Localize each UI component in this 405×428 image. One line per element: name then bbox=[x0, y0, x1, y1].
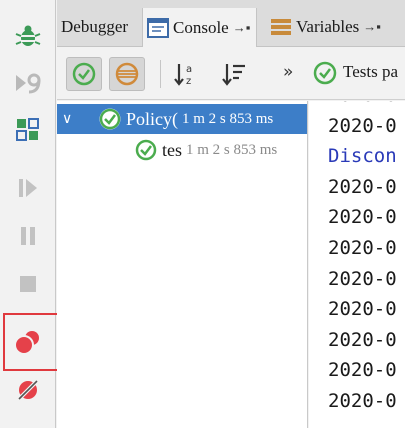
console-line: 2020-0 bbox=[328, 175, 397, 198]
mute-breakpoints-button[interactable] bbox=[8, 370, 48, 410]
debug-tab-strip: Debugger Console →▪ Variables →▪ bbox=[57, 0, 405, 47]
variables-icon bbox=[271, 19, 291, 35]
step-9-icon bbox=[16, 73, 41, 94]
console-line: 2020-0 bbox=[328, 101, 397, 106]
tab-variables[interactable]: Variables →▪ bbox=[268, 8, 381, 46]
tab-console[interactable]: Console →▪ bbox=[142, 8, 258, 47]
tab-variables-pin-icon[interactable]: →▪ bbox=[363, 19, 381, 35]
console-line: 2020-0 bbox=[328, 390, 397, 412]
mute-breakpoints-icon bbox=[16, 378, 40, 402]
tab-console-pin-icon[interactable]: →▪ bbox=[233, 20, 251, 36]
show-ignored-button[interactable] bbox=[109, 57, 145, 91]
console-icon bbox=[147, 17, 169, 38]
test-runner-toolbar: a z » Tests pa bbox=[57, 48, 405, 100]
console-line: 2020-0 bbox=[328, 267, 397, 290]
tab-variables-label: Variables bbox=[296, 17, 360, 36]
sort-duration-icon bbox=[222, 64, 245, 86]
tab-debugger-label: Debugger bbox=[61, 17, 129, 36]
bug-icon bbox=[15, 25, 41, 46]
tree-child-duration: 1 m 2 s 853 ms bbox=[186, 141, 278, 158]
sort-alpha-icon: a z bbox=[174, 64, 192, 87]
console-line: 2020-0 bbox=[328, 359, 397, 382]
restart-button[interactable] bbox=[8, 110, 48, 150]
tree-row-child[interactable]: tes 1 m 2 s 853 ms bbox=[57, 135, 307, 165]
console-line: 2020-0 bbox=[328, 114, 397, 137]
more-actions-chevron[interactable]: » bbox=[283, 62, 293, 82]
console-output[interactable]: 2020-0 2020-0 Discon 2020-0 2020-0 2020-0 2020… bbox=[309, 101, 405, 428]
restart-icon bbox=[16, 118, 39, 141]
resume-button[interactable] bbox=[8, 168, 48, 208]
collapse-chevron-icon[interactable]: ∨ bbox=[62, 111, 84, 127]
tests-status-text: Tests pa bbox=[343, 62, 398, 81]
sort-by-duration-button[interactable] bbox=[217, 57, 253, 91]
check-circle-icon bbox=[72, 62, 96, 86]
svg-text:a: a bbox=[186, 64, 192, 75]
test-results-tree: ∨ Policy( 1 m 2 s 853 ms tes 1 m 2 s 853… bbox=[57, 101, 308, 428]
resume-icon bbox=[19, 179, 37, 197]
breakpoints-highlight-box bbox=[3, 313, 65, 371]
console-line: 2020-0 bbox=[328, 328, 397, 351]
passed-icon bbox=[99, 108, 121, 130]
tree-root-name: Policy( bbox=[126, 108, 178, 129]
show-passed-button[interactable] bbox=[66, 57, 102, 91]
tree-row-root[interactable]: ∨ Policy( 1 m 2 s 853 ms bbox=[57, 104, 307, 134]
tests-passed-icon bbox=[313, 61, 337, 85]
console-line: 2020-0 bbox=[328, 237, 397, 259]
sort-alphabetically-button[interactable]: a z bbox=[169, 57, 205, 91]
tab-console-label: Console bbox=[173, 17, 229, 37]
stop-icon bbox=[20, 276, 36, 292]
stop-button[interactable] bbox=[8, 264, 48, 304]
tab-debugger[interactable]: Debugger bbox=[61, 8, 128, 46]
console-line: 2020-0 bbox=[328, 298, 397, 321]
toolbar-separator bbox=[160, 60, 161, 88]
debug-button[interactable] bbox=[8, 16, 48, 56]
console-line: 2020-0 bbox=[328, 206, 397, 229]
pause-icon bbox=[21, 227, 35, 245]
passed-icon bbox=[135, 139, 157, 161]
tree-child-name: tes bbox=[162, 139, 182, 160]
rerun-button[interactable] bbox=[8, 63, 48, 103]
pause-button[interactable] bbox=[8, 216, 48, 256]
tree-root-duration: 1 m 2 s 853 ms bbox=[182, 110, 274, 127]
ignored-icon bbox=[115, 62, 139, 86]
console-line: Discon bbox=[328, 145, 397, 168]
svg-text:z: z bbox=[186, 76, 191, 87]
